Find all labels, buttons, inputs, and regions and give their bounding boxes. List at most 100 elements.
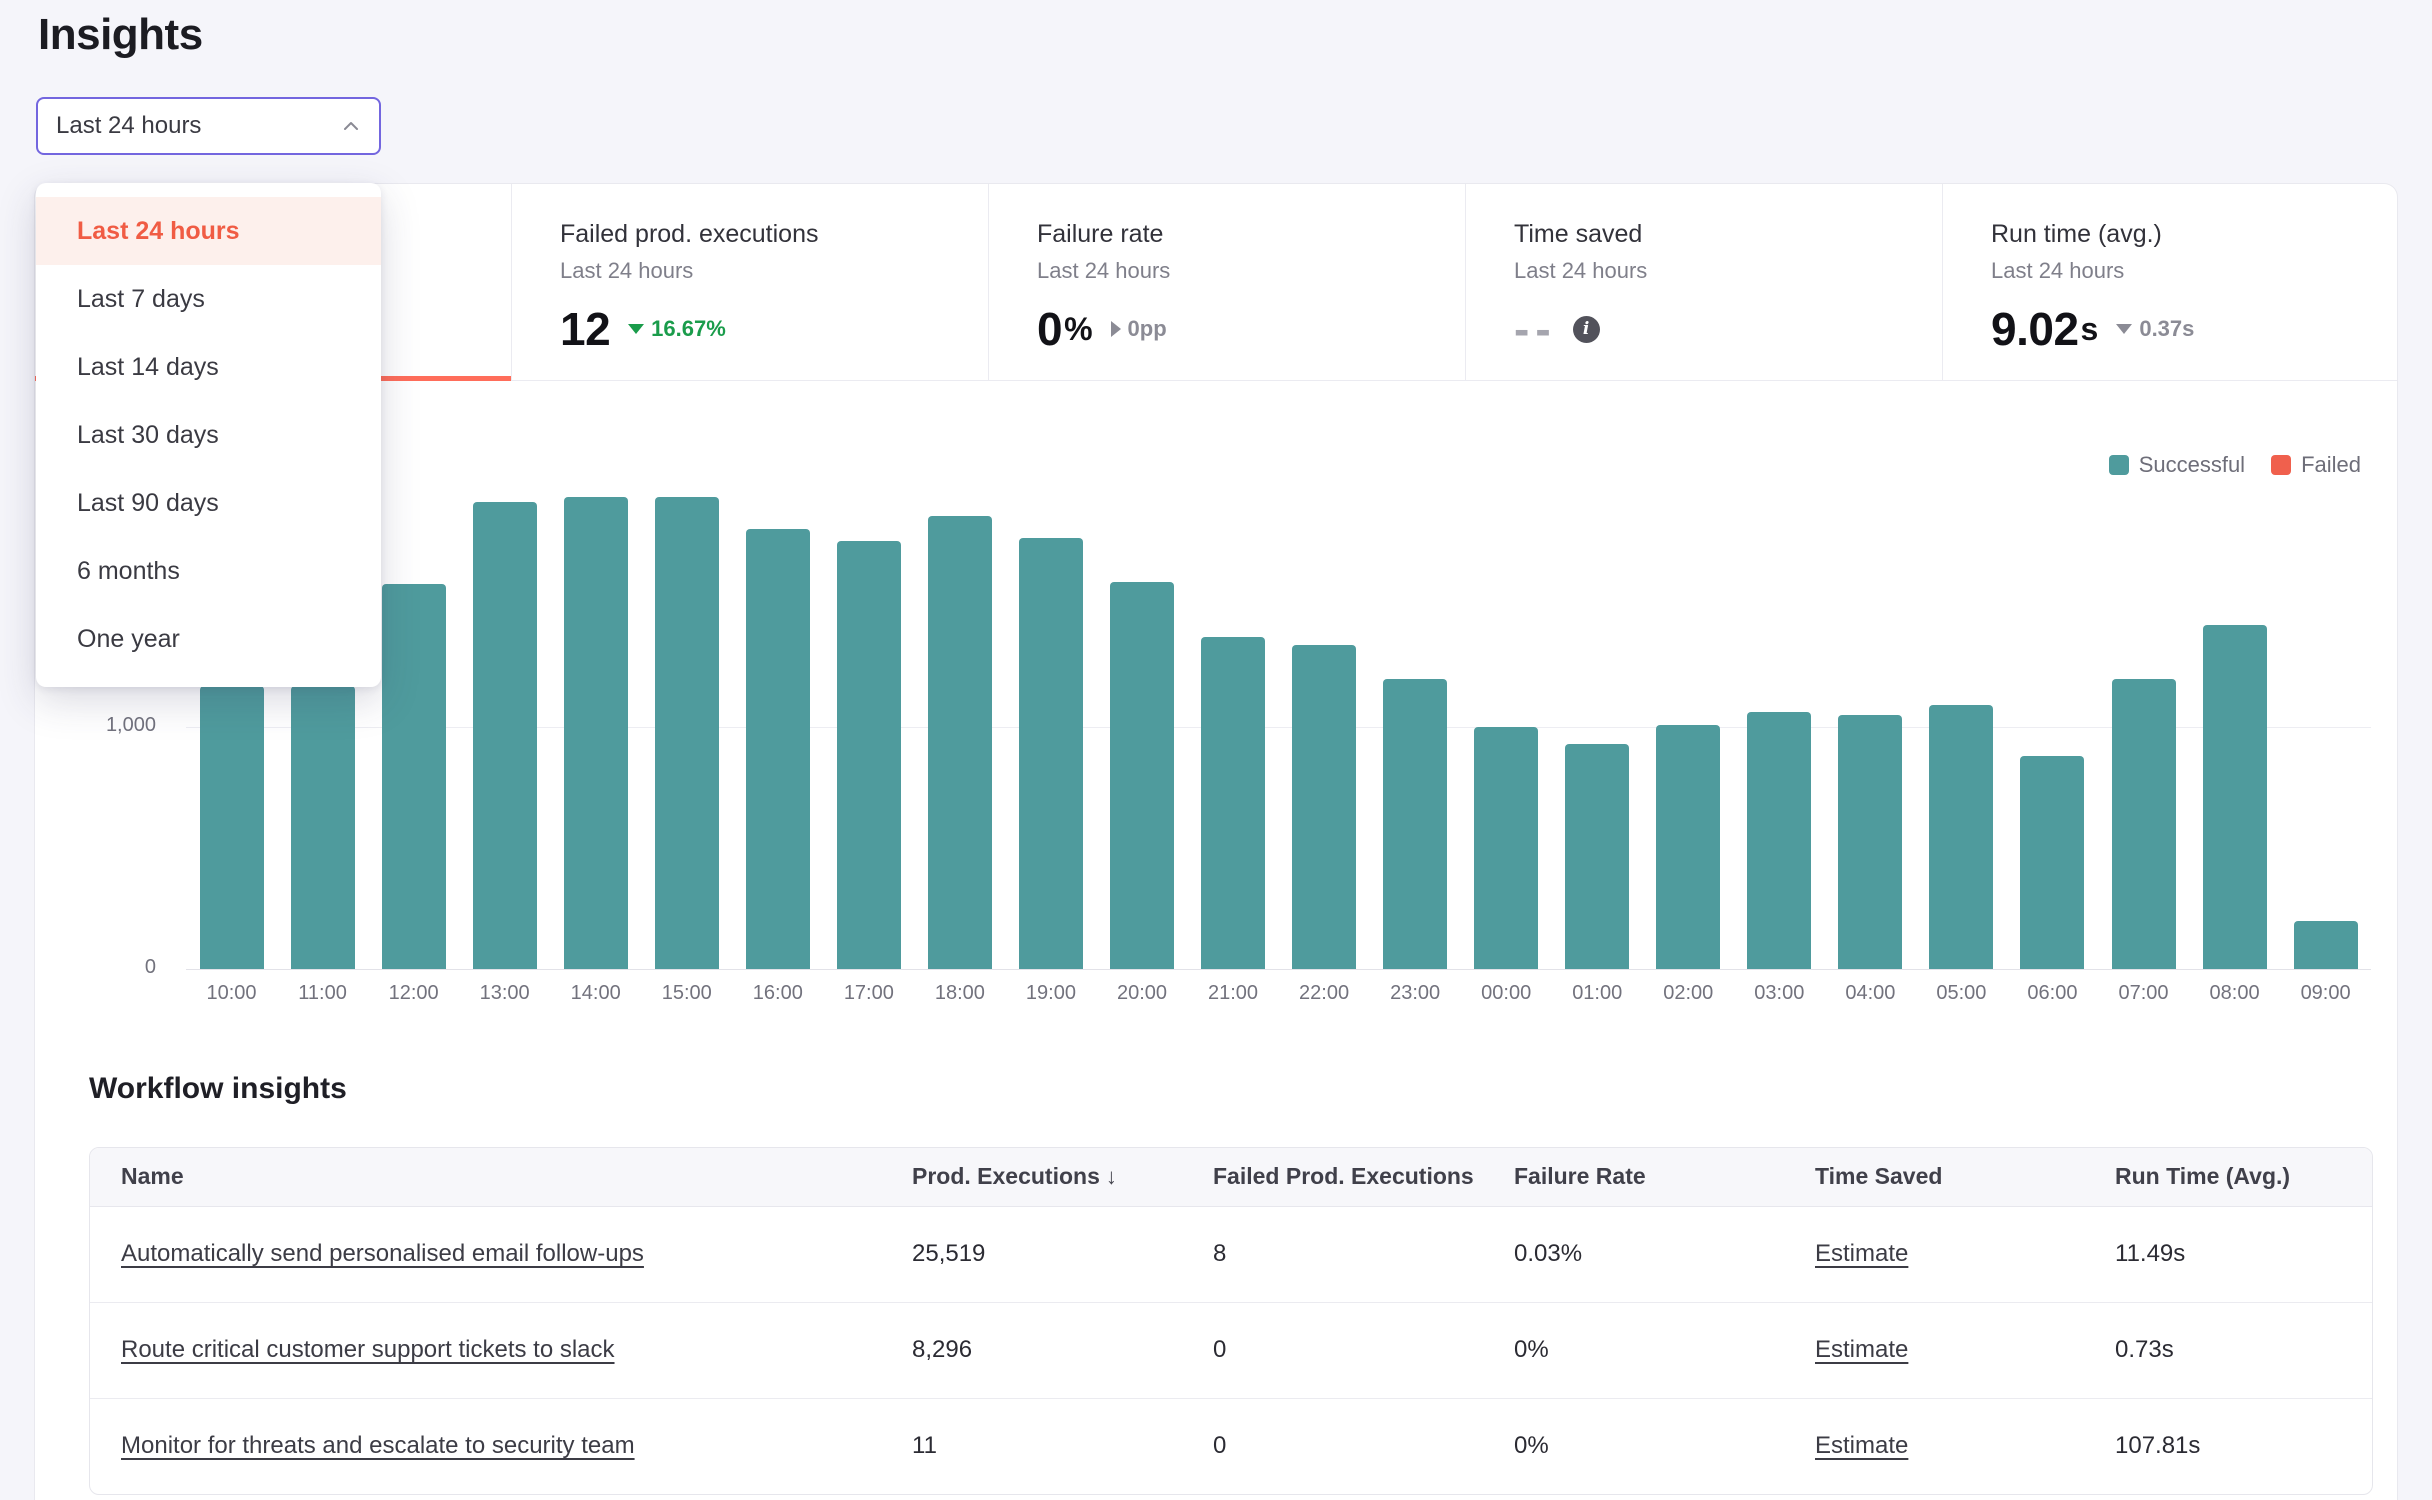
column-header-failed-prod-executions[interactable]: Failed Prod. Executions bbox=[1182, 1148, 1483, 1206]
x-tick: 11:00 bbox=[277, 982, 368, 1005]
bar-16:00[interactable] bbox=[746, 529, 810, 969]
stat-title: Failure rate bbox=[1037, 220, 1465, 249]
bar-12:00[interactable] bbox=[382, 584, 446, 969]
bar-05:00[interactable] bbox=[1929, 705, 1993, 969]
y-tick: 1,000 bbox=[40, 714, 156, 737]
bar-03:00[interactable] bbox=[1747, 712, 1811, 969]
stat-title: Time saved bbox=[1514, 220, 1942, 249]
run-time-cell: 0.73s bbox=[2084, 1302, 2373, 1398]
triangle-down-icon bbox=[628, 324, 644, 334]
legend-item-failed[interactable]: Failed bbox=[2271, 452, 2361, 478]
bar-02:00[interactable] bbox=[1656, 725, 1720, 969]
bar-14:00[interactable] bbox=[564, 497, 628, 969]
estimate-link[interactable]: Estimate bbox=[1815, 1240, 1908, 1267]
bar-00:00[interactable] bbox=[1474, 727, 1538, 969]
info-icon[interactable]: i bbox=[1573, 316, 1600, 343]
table-row: Monitor for threats and escalate to secu… bbox=[90, 1398, 2373, 1494]
x-tick: 21:00 bbox=[1188, 982, 1279, 1005]
chart-legend: Successful Failed bbox=[2109, 452, 2361, 478]
bar-18:00[interactable] bbox=[928, 516, 992, 969]
x-tick: 10:00 bbox=[186, 982, 277, 1005]
menu-item-last-90-days[interactable]: Last 90 days bbox=[36, 469, 381, 537]
stat-delta: 0pp bbox=[1111, 316, 1167, 342]
x-tick: 09:00 bbox=[2280, 982, 2371, 1005]
workflow-insights-heading: Workflow insights bbox=[89, 1072, 347, 1106]
failure-rate-cell: 0% bbox=[1483, 1302, 1784, 1398]
x-tick: 17:00 bbox=[823, 982, 914, 1005]
bar-08:00[interactable] bbox=[2203, 625, 2267, 969]
time-filter-select[interactable]: Last 24 hours bbox=[36, 97, 381, 155]
menu-item-last-24-hours[interactable]: Last 24 hours bbox=[36, 197, 381, 265]
estimate-link[interactable]: Estimate bbox=[1815, 1336, 1908, 1363]
menu-item-last-30-days[interactable]: Last 30 days bbox=[36, 401, 381, 469]
bar-23:00[interactable] bbox=[1383, 679, 1447, 969]
menu-item-last-7-days[interactable]: Last 7 days bbox=[36, 265, 381, 333]
column-header-prod-executions[interactable]: Prod. Executions↓ bbox=[881, 1148, 1182, 1206]
bar-01:00[interactable] bbox=[1565, 744, 1629, 969]
failed-executions-cell: 0 bbox=[1182, 1398, 1483, 1494]
stat-subtitle: Last 24 hours bbox=[1991, 258, 2397, 284]
column-header-run-time-avg-[interactable]: Run Time (Avg.) bbox=[2084, 1148, 2373, 1206]
prod-executions-cell: 25,519 bbox=[881, 1206, 1182, 1302]
run-time-cell: 11.49s bbox=[2084, 1206, 2373, 1302]
bar-19:00[interactable] bbox=[1019, 538, 1083, 969]
stat-subtitle: Last 24 hours bbox=[1037, 258, 1465, 284]
workflow-link[interactable]: Route critical customer support tickets … bbox=[121, 1336, 615, 1363]
stat-subtitle: Last 24 hours bbox=[1514, 258, 1942, 284]
triangle-right-icon bbox=[1111, 321, 1121, 337]
sort-desc-icon: ↓ bbox=[1106, 1164, 1117, 1189]
x-tick: 05:00 bbox=[1916, 982, 2007, 1005]
x-tick: 15:00 bbox=[641, 982, 732, 1005]
bar-17:00[interactable] bbox=[837, 541, 901, 969]
x-tick: 19:00 bbox=[1005, 982, 1096, 1005]
bar-07:00[interactable] bbox=[2112, 679, 2176, 969]
bar-04:00[interactable] bbox=[1838, 715, 1902, 969]
triangle-down-icon bbox=[2116, 324, 2132, 334]
table-row: Automatically send personalised email fo… bbox=[90, 1206, 2373, 1302]
legend-swatch bbox=[2109, 455, 2129, 475]
stat-title: Run time (avg.) bbox=[1991, 220, 2397, 249]
x-tick: 00:00 bbox=[1461, 982, 1552, 1005]
bar-21:00[interactable] bbox=[1201, 637, 1265, 969]
x-tick: 06:00 bbox=[2007, 982, 2098, 1005]
x-tick: 18:00 bbox=[914, 982, 1005, 1005]
menu-item-one-year[interactable]: One year bbox=[36, 605, 381, 673]
bar-15:00[interactable] bbox=[655, 497, 719, 969]
column-header-failure-rate[interactable]: Failure Rate bbox=[1483, 1148, 1784, 1206]
x-tick: 01:00 bbox=[1552, 982, 1643, 1005]
failed-executions-cell: 0 bbox=[1182, 1302, 1483, 1398]
bar-09:00[interactable] bbox=[2294, 921, 2358, 969]
chart-bars bbox=[186, 449, 2371, 969]
bar-11:00[interactable] bbox=[291, 686, 355, 969]
bar-20:00[interactable] bbox=[1110, 582, 1174, 969]
stat-unit: s bbox=[2081, 311, 2099, 348]
x-tick: 20:00 bbox=[1096, 982, 1187, 1005]
stat-card[interactable]: Failed prod. executionsLast 24 hours1216… bbox=[512, 184, 989, 380]
stat-card[interactable]: Time saved Last 24 hours -- i bbox=[1466, 184, 1943, 380]
legend-item-successful[interactable]: Successful bbox=[2109, 452, 2245, 478]
workflow-table: NameProd. Executions↓Failed Prod. Execut… bbox=[89, 1147, 2373, 1495]
stat-card[interactable]: Failure rateLast 24 hours0%0pp bbox=[989, 184, 1466, 380]
x-tick: 12:00 bbox=[368, 982, 459, 1005]
legend-swatch bbox=[2271, 455, 2291, 475]
column-header-name[interactable]: Name bbox=[90, 1148, 881, 1206]
workflow-link[interactable]: Automatically send personalised email fo… bbox=[121, 1240, 644, 1267]
column-header-time-saved[interactable]: Time Saved bbox=[1784, 1148, 2084, 1206]
menu-item-last-14-days[interactable]: Last 14 days bbox=[36, 333, 381, 401]
insights-page: Insights Failed prod. executionsLast 24 … bbox=[0, 0, 2432, 1500]
workflow-link[interactable]: Monitor for threats and escalate to secu… bbox=[121, 1432, 635, 1459]
bar-13:00[interactable] bbox=[473, 502, 537, 969]
chart-xlabels: 10:0011:0012:0013:0014:0015:0016:0017:00… bbox=[186, 982, 2371, 1005]
bar-10:00[interactable] bbox=[200, 686, 264, 969]
x-tick: 16:00 bbox=[732, 982, 823, 1005]
prod-executions-cell: 11 bbox=[881, 1398, 1182, 1494]
menu-item-6-months[interactable]: 6 months bbox=[36, 537, 381, 605]
bar-22:00[interactable] bbox=[1292, 645, 1356, 969]
x-tick: 04:00 bbox=[1825, 982, 1916, 1005]
prod-executions-cell: 8,296 bbox=[881, 1302, 1182, 1398]
stat-card[interactable]: Run time (avg.)Last 24 hours9.02s0.37s bbox=[1943, 184, 2397, 380]
estimate-link[interactable]: Estimate bbox=[1815, 1432, 1908, 1459]
stat-value: -- bbox=[1514, 302, 1557, 356]
bar-06:00[interactable] bbox=[2020, 756, 2084, 969]
table-row: Route critical customer support tickets … bbox=[90, 1302, 2373, 1398]
